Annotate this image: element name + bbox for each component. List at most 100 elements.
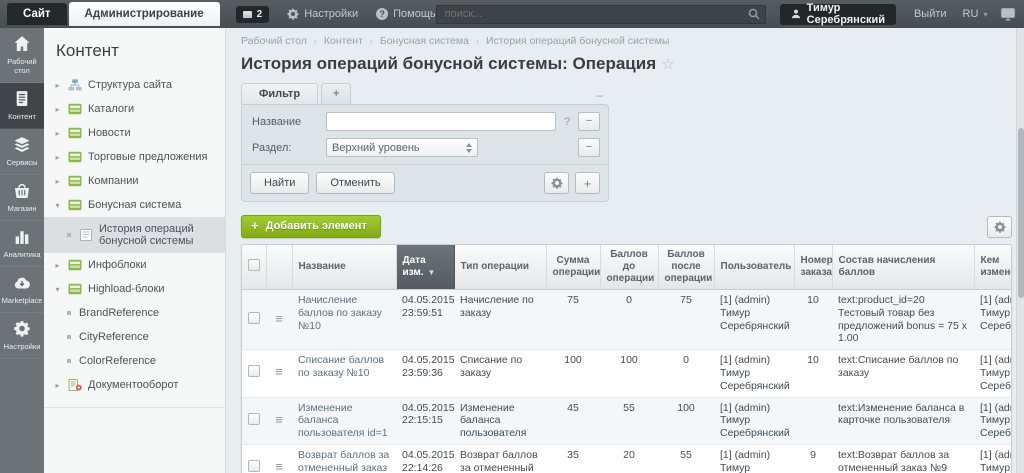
rail-item-label: Аналитика [3, 250, 40, 259]
docflow-icon [68, 379, 82, 391]
search-input[interactable] [436, 5, 766, 24]
remove-filter-field-button[interactable]: − [578, 112, 600, 131]
cell-sum: 75 [546, 290, 600, 350]
add-element-button[interactable]: + Добавить элемент [241, 215, 381, 238]
row-menu-cell: ≡ [266, 290, 292, 350]
find-button[interactable]: Найти [250, 172, 309, 194]
breadcrumb-link[interactable]: Рабочий стол [241, 35, 307, 47]
column-header[interactable]: Дата изм.▼ [396, 245, 454, 290]
chevron-right-icon[interactable]: ▸ [53, 381, 62, 390]
cell-before: 20 [600, 444, 658, 473]
column-header[interactable]: Тип операции [454, 245, 546, 290]
menu-item-label: Каталоги [88, 103, 134, 115]
menu-item[interactable]: ▸Структура сайта [44, 73, 225, 97]
select-all-checkbox[interactable] [248, 259, 260, 271]
rail-item-desktop[interactable]: Рабочий стол [0, 28, 44, 83]
filter-section-select[interactable]: Верхний уровень [326, 138, 478, 157]
rail-item-shop[interactable]: Магазин [0, 175, 44, 221]
window-scrollbar[interactable] [1016, 28, 1024, 473]
notification-icon [243, 11, 252, 18]
filter-name-input[interactable] [326, 112, 556, 131]
chevron-right-icon[interactable]: ▸ [53, 105, 62, 114]
filter-collapse-button[interactable]: – [592, 88, 607, 102]
row-menu-icon[interactable]: ≡ [275, 311, 283, 326]
language-select[interactable]: RU ▾ [963, 8, 988, 20]
notifications-badge[interactable]: 2 [236, 6, 270, 23]
cell-type: Изменение баланса пользователя [454, 397, 546, 444]
home-icon [13, 35, 31, 54]
menu-item[interactable]: ▸ Каталоги [44, 97, 225, 121]
menu-item[interactable]: ▸Компании [44, 169, 225, 193]
column-header[interactable]: Баллов после операции [658, 245, 714, 290]
column-header[interactable]: Номер заказа [794, 245, 832, 290]
column-header[interactable]: Сумма операции [546, 245, 600, 290]
remove-filter-field-button[interactable]: − [578, 138, 600, 157]
logout-link[interactable]: Выйти [914, 8, 947, 20]
column-header-label: Номер заказа [801, 255, 833, 278]
column-header[interactable]: Название [292, 245, 396, 290]
breadcrumb-link[interactable]: Бонусная система [380, 35, 469, 47]
list-icon [79, 229, 93, 241]
user-name: Тимур Серебрянский [807, 2, 885, 26]
filter-settings-button[interactable] [544, 172, 569, 194]
filter-help-mark[interactable]: ? [562, 116, 572, 128]
filter-panel: Фильтр + – Название ? − Раздел: Верхний … [241, 83, 609, 202]
rail-item-label: Контент [8, 112, 36, 121]
chevron-right-icon[interactable]: ▸ [53, 261, 62, 270]
rail-item-content[interactable]: Контент [0, 83, 44, 129]
menu-item[interactable]: BrandReference [44, 301, 225, 325]
header-row-menu-cell [266, 245, 292, 290]
column-header[interactable]: Кем изменена [974, 245, 1012, 290]
scrollbar-thumb[interactable] [1018, 128, 1024, 298]
chevron-right-icon[interactable]: ▸ [53, 129, 62, 138]
menu-item[interactable]: ▾Бонусная система [44, 193, 225, 217]
menu-item[interactable]: ▸Новости [44, 121, 225, 145]
row-menu-icon[interactable]: ≡ [275, 364, 283, 379]
bullet-icon [64, 311, 73, 315]
cell-name[interactable]: Изменение баланса пользователя id=1 [292, 397, 396, 444]
row-checkbox[interactable] [248, 312, 260, 324]
rail-item-settings[interactable]: Настройки [0, 313, 44, 359]
row-menu-icon[interactable]: ≡ [275, 459, 283, 473]
favorite-star-icon[interactable]: ☆ [661, 56, 674, 73]
desktop-mode-button[interactable] [1001, 8, 1015, 21]
chevron-down-icon[interactable]: ▾ [53, 285, 62, 294]
user-menu[interactable]: Тимур Серебрянский [780, 4, 896, 25]
cell-name[interactable]: Начисление баллов по заказу №10 [292, 290, 396, 350]
grid-settings-button[interactable] [987, 216, 1012, 238]
settings-link[interactable]: Настройки [287, 8, 358, 20]
column-header[interactable]: Пользователь [714, 245, 794, 290]
cell-name[interactable]: Списание баллов по заказу №10 [292, 350, 396, 397]
tab-site[interactable]: Сайт [7, 3, 67, 25]
chevron-right-icon[interactable]: ▸ [53, 153, 62, 162]
row-menu-icon[interactable]: ≡ [275, 412, 283, 427]
menu-item[interactable]: ▸Инфоблоки [44, 253, 225, 277]
rail-item-services[interactable]: Сервисы [0, 129, 44, 175]
filter-tab[interactable]: Фильтр [241, 83, 318, 104]
column-header[interactable]: Баллов до операции [600, 245, 658, 290]
tab-admin[interactable]: Администрирование [69, 2, 220, 26]
chevron-right-icon[interactable]: ▸ [53, 81, 62, 90]
row-checkbox[interactable] [248, 413, 260, 425]
rail-item-analytics[interactable]: Аналитика [0, 221, 44, 267]
row-checkbox[interactable] [248, 365, 260, 377]
row-checkbox[interactable] [248, 460, 260, 472]
breadcrumb-link[interactable]: История операций бонусной системы [486, 35, 669, 47]
chevron-right-icon[interactable]: ▸ [53, 177, 62, 186]
menu-item[interactable]: История операций бонусной системы [44, 217, 225, 253]
rail-item-marketplace[interactable]: Marketplace [0, 267, 44, 313]
left-rail: Рабочий стол Контент СервисыМагазин Аналити… [0, 28, 44, 473]
menu-item[interactable]: CityReference [44, 325, 225, 349]
help-link[interactable]: ? Помощь [376, 8, 436, 20]
menu-item[interactable]: ▸Торговые предложения [44, 145, 225, 169]
cell-name[interactable]: Возврат баллов за отмененный заказ №9 [292, 444, 396, 473]
menu-item[interactable]: ▾Highload-блоки [44, 277, 225, 301]
menu-item[interactable]: ColorReference [44, 349, 225, 373]
column-header[interactable]: Состав начисления баллов [832, 245, 974, 290]
add-filter-tab-button[interactable]: + [321, 83, 351, 104]
chevron-down-icon[interactable]: ▾ [53, 201, 62, 210]
menu-item[interactable]: ▸Документооборот [44, 373, 225, 397]
add-filter-field-button[interactable]: + [575, 172, 600, 194]
breadcrumb-link[interactable]: Контент [324, 35, 363, 47]
cancel-button[interactable]: Отменить [316, 172, 394, 194]
